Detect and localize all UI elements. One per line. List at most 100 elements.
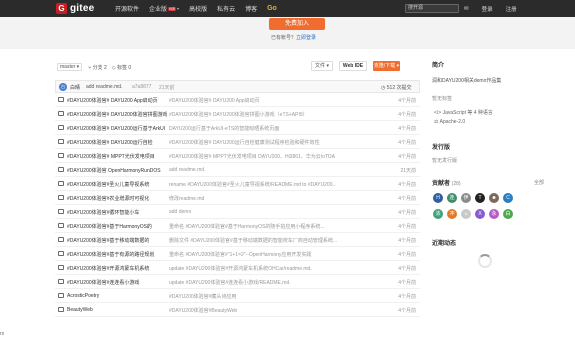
file-row[interactable]: #DAYU200体验官# DAYU200 App启动页 #DAYU200体验官# … — [55, 93, 420, 107]
folder-icon — [58, 97, 64, 102]
file-commit-message[interactable]: #DAYU200体验官# MPPT光伏发电项目 DAYU200、Hi3861、华… — [169, 153, 374, 160]
contributors-count: (28) — [451, 181, 461, 187]
nav-blog[interactable]: 博客 — [245, 4, 257, 13]
file-name[interactable]: AcrosticPoetry — [67, 293, 167, 299]
file-row[interactable]: #DAYU200体验官#基于移动端数据的 删除文件 #DAYU200体验官#基于移… — [55, 233, 420, 247]
commit-hash[interactable]: a7a8877 — [132, 84, 151, 90]
nav-education[interactable]: 高校版 — [189, 4, 207, 13]
clone-download-button[interactable]: 克隆/下载 ▾ — [373, 61, 400, 71]
file-row[interactable]: #DAYU200体验官# MPPT光伏发电项目 #DAYU200体验官# MPPT… — [55, 149, 420, 163]
file-name[interactable]: #DAYU200体验官# DAYU200体验官拼图游戏 — [67, 111, 167, 118]
contributor-avatar[interactable]: X — [475, 209, 485, 219]
nav-go[interactable]: Go — [267, 5, 277, 12]
contributor-avatar[interactable]: 永 — [489, 209, 499, 219]
notification-icon[interactable]: ✉ — [464, 6, 469, 12]
folder-icon — [58, 237, 64, 242]
file-commit-message[interactable]: add readme.md. — [169, 167, 374, 173]
file-name[interactable]: #DAYU200体验官#基于有源的路径规划 — [67, 251, 167, 258]
last-commit-bar: 白 白晴 add readme.md. a7a8877 21天前 ◷ 512 次… — [55, 80, 420, 93]
file-name[interactable]: #DAYU200体验官#农业增源时可视化 — [67, 195, 167, 202]
nav-enterprise[interactable]: 企业版 特惠 ▾ — [149, 4, 179, 13]
file-commit-time: 4个月前 — [398, 266, 416, 272]
file-commit-message[interactable]: #DAYU200体验官#BeautyWeb — [169, 307, 374, 314]
commit-count[interactable]: ◷ 512 次提交 — [381, 84, 412, 91]
file-commit-message[interactable]: #DAYU200体验官#藏头诗应用 — [169, 293, 374, 300]
contributor-avatar[interactable]: ☺ — [461, 209, 471, 219]
file-commit-message[interactable]: rename #DAYU200体验官#圣火儿童导视系统/README.md to… — [169, 181, 374, 188]
file-commit-message[interactable]: update #DAYU200体验官#连连看小游戏/README.md. — [169, 279, 374, 286]
contributor-avatar[interactable]: T — [475, 193, 485, 203]
file-name[interactable]: #DAYU200体验官 OpenHarmonyRunDOS — [67, 167, 167, 174]
web-ide-button[interactable]: Web IDE — [339, 61, 367, 71]
file-row[interactable]: #DAYU200体验官# DAYU200体验官拼图游戏 #DAYU200体验官# … — [55, 107, 420, 121]
contributor-avatar[interactable]: ☻ — [489, 193, 499, 203]
file-name[interactable]: #DAYU200体验官#基于移动端数据的 — [67, 237, 167, 244]
file-row[interactable]: #DAYU200体验官#开源鸿蒙车机系统 update #DAYU200体验官#开… — [55, 261, 420, 275]
tags-link[interactable]: ◇ 标签 0 — [112, 64, 131, 71]
file-menu-button[interactable]: 文件 ▾ — [311, 61, 333, 71]
join-free-button[interactable]: 免费加入 — [269, 18, 325, 30]
file-name[interactable]: #DAYU200体验官#循环智能小车 — [67, 209, 167, 216]
login-now-link[interactable]: 立即登录 — [296, 35, 316, 41]
contributor-avatar[interactable]: 伊 — [461, 193, 471, 203]
commit-author[interactable]: 白晴 — [70, 84, 80, 91]
login-link[interactable]: 登录 — [482, 5, 493, 13]
chevron-down-icon: ▾ — [396, 63, 400, 69]
nav-private-cloud-label: 私有云 — [217, 7, 236, 13]
file-row[interactable]: #DAYU200体验官#连连看小游戏 update #DAYU200体验官#连连看… — [55, 275, 420, 289]
file-row[interactable]: #DAYU200体验官# DAYU200运行基于ArkUI DAYU200运行基于… — [55, 121, 420, 135]
file-name[interactable]: #DAYU200体验官#圣火儿童导视系统 — [67, 181, 167, 188]
file-row[interactable]: #DAYU200体验官#基于有源的路径规划 重命名 #DAYU200体验官#"1+… — [55, 247, 420, 261]
file-name[interactable]: #DAYU200体验官#基于HarmonyOS的 — [67, 223, 167, 230]
register-link[interactable]: 注册 — [506, 5, 517, 13]
contributor-avatar[interactable]: 白 — [503, 209, 513, 219]
file-commit-message[interactable]: #DAYU200体验官# DAYU200 App启动页 — [169, 97, 374, 104]
language-link[interactable]: </> JavaScript 等 4 种语言 — [434, 109, 493, 116]
contributor-avatar[interactable]: 浓 — [433, 209, 443, 219]
nav-open-source[interactable]: 开源软件 — [115, 4, 139, 13]
file-row[interactable]: BeautyWeb #DAYU200体验官#BeautyWeb 4个月前 — [55, 303, 420, 317]
file-row[interactable]: #DAYU200体验官#循环智能小车 add demo 4个月前 — [55, 205, 420, 219]
branches-link[interactable]: ⑂ 分支 2 — [88, 64, 107, 71]
release-title: 发行版 — [432, 145, 451, 151]
file-row[interactable]: AcrosticPoetry #DAYU200体验官#藏头诗应用 4个月前 — [55, 289, 420, 303]
branch-select[interactable]: master ▾ — [57, 63, 83, 71]
file-commit-message[interactable]: update #DAYU200体验官#开源鸿蒙车机系统OHCar/readme.… — [169, 265, 374, 272]
file-commit-message[interactable]: 修改readme.md — [169, 195, 374, 202]
gitee-logo[interactable]: G gitee — [56, 3, 94, 14]
folder-icon — [58, 265, 64, 270]
file-commit-message[interactable]: DAYU200运行基于ArkUI-eTS的智能晾晒系统页面 — [169, 125, 374, 132]
avatar[interactable]: 白 — [59, 83, 67, 91]
file-row[interactable]: #DAYU200体验官#基于HarmonyOS的 重命名 #DAYU200体验官#… — [55, 219, 420, 233]
file-name[interactable]: #DAYU200体验官# DAYU200 App启动页 — [67, 97, 167, 104]
file-commit-time: 4个月前 — [398, 140, 416, 146]
file-name[interactable]: #DAYU200体验官#连连看小游戏 — [67, 279, 167, 286]
search-input[interactable]: 搜开源 — [405, 4, 459, 13]
file-name[interactable]: #DAYU200体验官#开源鸿蒙车机系统 — [67, 265, 167, 272]
file-commit-message[interactable]: #DAYU200体验官# DAYU200体验官拼图小游戏（eTS+API9） — [169, 111, 374, 118]
file-row[interactable]: #DAYU200体验官# DAYU200运行自检 #DAYU200体验官# DAY… — [55, 135, 420, 149]
file-row[interactable]: #DAYU200体验官 OpenHarmonyRunDOS add readme.… — [55, 163, 420, 177]
contributors-all-link[interactable]: 全部 — [534, 179, 544, 186]
contributor-avatar[interactable]: H — [433, 193, 443, 203]
commit-message[interactable]: add readme.md. — [86, 84, 122, 90]
file-row[interactable]: #DAYU200体验官#农业增源时可视化 修改readme.md 4个月前 — [55, 191, 420, 205]
contributor-avatar[interactable]: C — [503, 193, 513, 203]
file-commit-message[interactable]: 重命名 #DAYU200体验官#基于HarmonyOS的随手拍应用小程序系统..… — [169, 223, 374, 230]
file-commit-message[interactable]: 删除文件 #DAYU200体验官#基于移动端数据的智能校车厂商自动管理系统... — [169, 237, 374, 244]
license-icon: ⚖ — [434, 119, 439, 125]
file-name[interactable]: #DAYU200体验官# DAYU200运行基于ArkUI — [67, 125, 167, 132]
file-commit-message[interactable]: 重命名 #DAYU200体验官#"1+1=2"--OpenHarmony应用开发… — [169, 251, 374, 258]
file-commit-message[interactable]: #DAYU200体验官# DAYU200运行自检健康测试程序检验和硬件效性 — [169, 139, 374, 146]
file-name[interactable]: BeautyWeb — [67, 307, 167, 313]
file-name[interactable]: #DAYU200体验官# MPPT光伏发电项目 — [67, 153, 167, 160]
license-link[interactable]: ⚖ Apache-2.0 — [434, 119, 465, 125]
file-name[interactable]: #DAYU200体验官# DAYU200运行自检 — [67, 139, 167, 146]
contributor-avatar[interactable]: 连 — [447, 193, 457, 203]
folder-icon — [58, 293, 64, 298]
nav-private-cloud[interactable]: 私有云 — [217, 4, 235, 13]
file-row[interactable]: #DAYU200体验官#圣火儿童导视系统 rename #DAYU200体验官#圣… — [55, 177, 420, 191]
contributor-avatar[interactable]: 冲 — [447, 209, 457, 219]
nav-enterprise-label: 企业版 — [149, 7, 168, 13]
file-commit-message[interactable]: add demo — [169, 209, 374, 215]
